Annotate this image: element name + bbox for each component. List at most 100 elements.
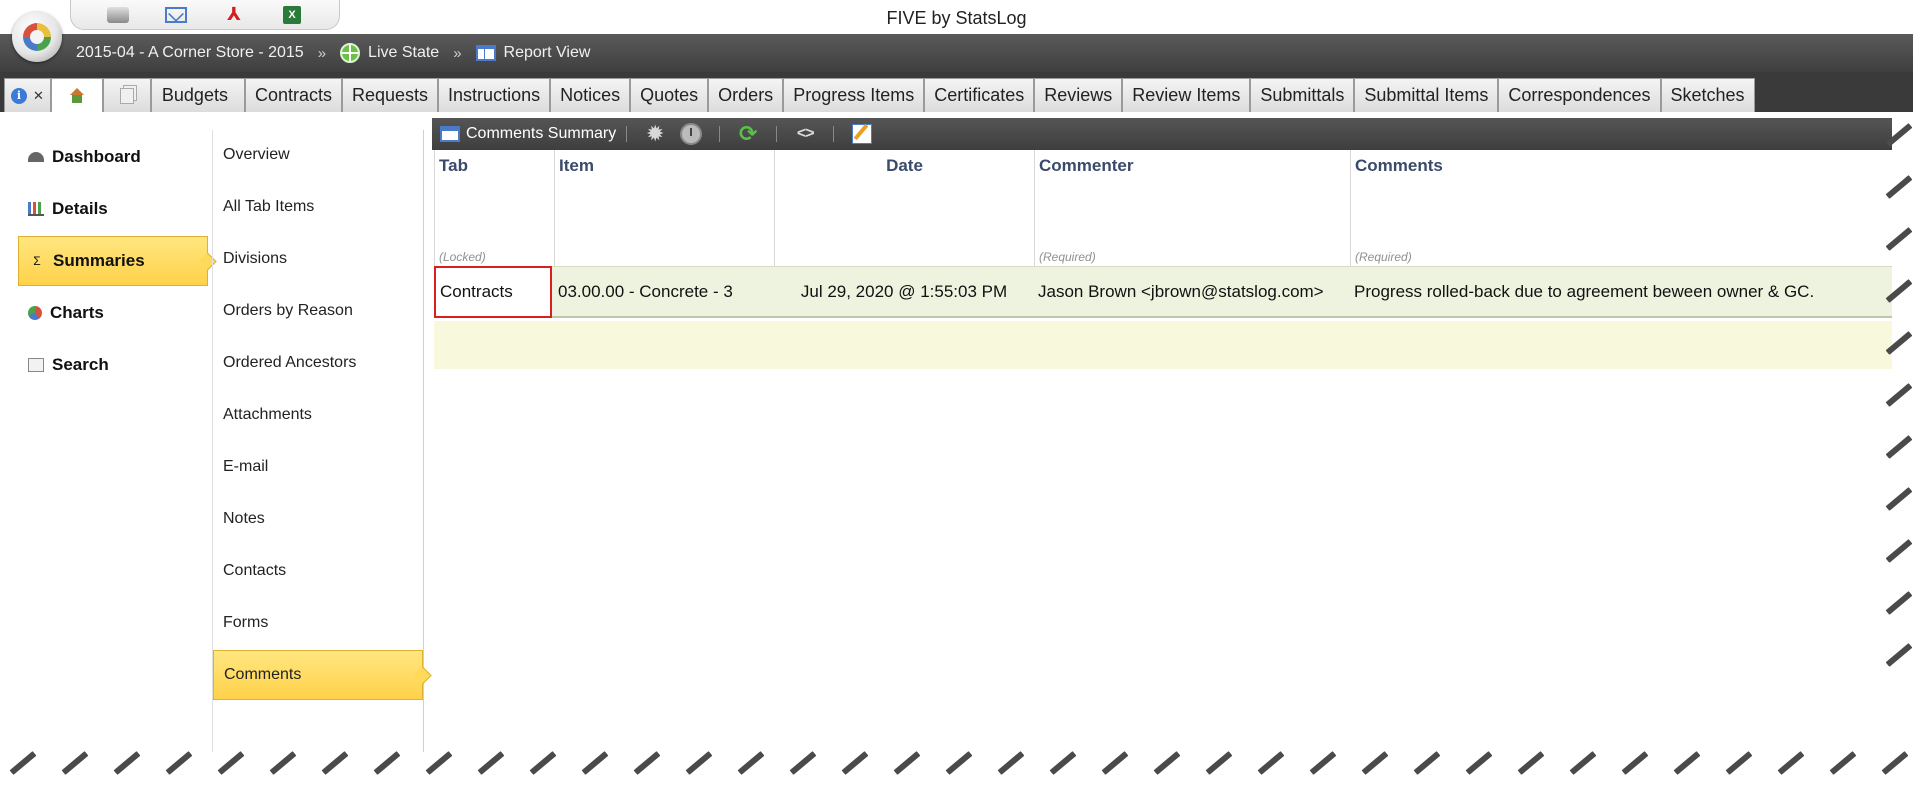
nav-summaries[interactable]: Σ Summaries	[18, 236, 208, 286]
edit-icon[interactable]	[850, 122, 874, 146]
cell-item[interactable]: 03.00.00 - Concrete - 3	[554, 267, 774, 317]
live-state-icon	[340, 43, 361, 63]
torn-edge-mark	[1465, 751, 1493, 775]
torn-edge-mark	[1205, 751, 1233, 775]
sub-item-all-tab-items[interactable]: All Tab Items	[213, 182, 423, 232]
tab-info[interactable]: i ✕	[4, 78, 51, 112]
nav-details-label: Details	[52, 199, 108, 218]
summaries-sub-nav: Overview All Tab Items Divisions Orders …	[212, 130, 424, 752]
breadcrumb-state[interactable]: Live State	[340, 43, 439, 63]
breadcrumb-view-label: Report View	[503, 44, 591, 61]
torn-edge-mark	[1885, 487, 1913, 511]
sub-item-ordered-ancestors[interactable]: Ordered Ancestors	[213, 338, 423, 388]
torn-edge-mark	[841, 751, 869, 775]
torn-edge-mark	[945, 751, 973, 775]
torn-edge-mark	[1885, 123, 1913, 147]
breadcrumb-separator: »	[317, 44, 327, 62]
torn-edge-bottom	[0, 740, 1913, 788]
torn-edge-mark	[1413, 751, 1441, 775]
torn-edge-mark	[1885, 331, 1913, 355]
tab-review-items[interactable]: Review Items	[1122, 78, 1251, 112]
column-header-commenter[interactable]: Commenter (Required)	[1034, 150, 1350, 266]
breadcrumb-project-label: 2015-04 - A Corner Store - 2015	[76, 44, 304, 61]
report-title: Comments Summary	[466, 125, 617, 142]
breadcrumb-project[interactable]: 2015-04 - A Corner Store - 2015	[76, 44, 304, 62]
gear-icon[interactable]: ✹	[643, 121, 667, 146]
torn-edge-right	[1882, 112, 1913, 788]
tab-instructions[interactable]: Instructions	[438, 78, 551, 112]
nav-charts-label: Charts	[50, 303, 104, 322]
sigma-icon: Σ	[33, 254, 41, 268]
refresh-icon[interactable]: ⟳	[736, 121, 760, 146]
sub-item-orders-by-reason[interactable]: Orders by Reason	[213, 286, 423, 336]
torn-edge-mark	[789, 751, 817, 775]
torn-edge-mark	[1361, 751, 1389, 775]
sub-item-contacts[interactable]: Contacts	[213, 546, 423, 596]
torn-edge-mark	[997, 751, 1025, 775]
tab-reviews[interactable]: Reviews	[1034, 78, 1123, 112]
nav-search-label: Search	[52, 355, 109, 374]
tab-quotes[interactable]: Quotes	[630, 78, 709, 112]
nav-charts[interactable]: Charts	[18, 288, 208, 338]
column-header-tab[interactable]: Tab (Locked)	[434, 150, 554, 266]
tab-notices[interactable]: Notices	[550, 78, 631, 112]
sub-item-email[interactable]: E-mail	[213, 442, 423, 492]
close-icon[interactable]: ✕	[33, 88, 44, 104]
sub-item-comments[interactable]: Comments	[213, 650, 423, 700]
tab-submittal-items[interactable]: Submittal Items	[1354, 78, 1499, 112]
tab-copy[interactable]	[102, 78, 151, 112]
torn-edge-mark	[633, 751, 661, 775]
nav-details[interactable]: Details	[18, 184, 208, 234]
clock-icon[interactable]	[679, 122, 703, 146]
new-row-placeholder[interactable]	[434, 321, 1892, 369]
toolbar-divider	[776, 126, 778, 142]
window-title: FIVE by StatsLog	[886, 8, 1027, 28]
column-header-date[interactable]: Date	[774, 150, 1034, 266]
tab-home[interactable]	[50, 78, 103, 112]
column-label: Commenter	[1039, 156, 1134, 175]
nav-search[interactable]: Search	[18, 340, 208, 390]
tab-submittals[interactable]: Submittals	[1250, 78, 1355, 112]
app-logo-button[interactable]	[12, 12, 62, 62]
tab-budgets[interactable]: Budgets	[150, 78, 245, 112]
tab-progress-items[interactable]: Progress Items	[783, 78, 925, 112]
torn-edge-mark	[165, 751, 193, 775]
left-nav: Dashboard Details Σ Summaries Charts Sea…	[0, 112, 212, 752]
column-header-item[interactable]: Item	[554, 150, 774, 266]
column-header-comments[interactable]: Comments (Required)	[1350, 150, 1892, 266]
breadcrumb-view[interactable]: Report View	[475, 44, 591, 62]
sub-item-attachments[interactable]: Attachments	[213, 390, 423, 440]
torn-edge-mark	[1885, 383, 1913, 407]
tab-orders[interactable]: Orders	[708, 78, 784, 112]
torn-edge-mark	[581, 751, 609, 775]
column-hint: (Required)	[1355, 250, 1412, 264]
cell-date[interactable]: Jul 29, 2020 @ 1:55:03 PM	[774, 267, 1034, 317]
tab-requests[interactable]: Requests	[342, 78, 439, 112]
table-row[interactable]: Contracts 03.00.00 - Concrete - 3 Jul 29…	[434, 266, 1892, 318]
sub-item-overview[interactable]: Overview	[213, 130, 423, 180]
torn-edge-mark	[1829, 751, 1857, 775]
cell-commenter[interactable]: Jason Brown <jbrown@statslog.com>	[1034, 267, 1350, 317]
tab-strip: i ✕ Budgets Contracts Requests Instructi…	[0, 72, 1913, 112]
tab-certificates[interactable]: Certificates	[924, 78, 1035, 112]
report-title-button[interactable]: Comments Summary	[440, 125, 616, 143]
torn-edge-mark	[269, 751, 297, 775]
breadcrumb-separator: »	[453, 44, 462, 62]
nav-dashboard[interactable]: Dashboard	[18, 132, 208, 182]
sub-item-notes[interactable]: Notes	[213, 494, 423, 544]
torn-edge-mark	[685, 751, 713, 775]
sub-item-forms[interactable]: Forms	[213, 598, 423, 648]
torn-edge-mark	[1309, 751, 1337, 775]
code-icon[interactable]: <>	[793, 122, 817, 146]
torn-edge-mark	[217, 751, 245, 775]
cell-tab[interactable]: Contracts	[434, 266, 552, 318]
torn-edge-mark	[1049, 751, 1077, 775]
torn-edge-mark	[1517, 751, 1545, 775]
torn-edge-mark	[1777, 751, 1805, 775]
torn-edge-mark	[1881, 751, 1909, 775]
cell-comments[interactable]: Progress rolled-back due to agreement be…	[1350, 267, 1890, 317]
tab-correspondences[interactable]: Correspondences	[1498, 78, 1661, 112]
tab-contracts[interactable]: Contracts	[244, 78, 342, 112]
tab-sketches[interactable]: Sketches	[1660, 78, 1755, 112]
sub-item-divisions[interactable]: Divisions	[213, 234, 423, 284]
